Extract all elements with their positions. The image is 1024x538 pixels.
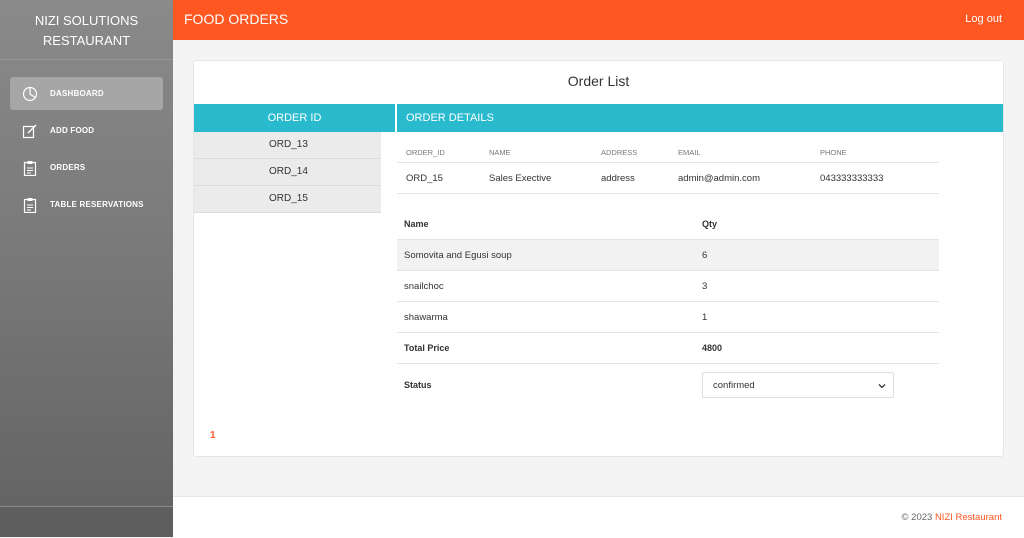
logout-link[interactable]: Log out	[965, 13, 1002, 25]
brand-line2: RESTAURANT	[42, 33, 131, 48]
items-header-row: Name Qty	[397, 209, 939, 240]
details-order-id: ORD_15	[406, 173, 443, 184]
brand: NIZI SOLUTIONS RESTAURANT	[0, 0, 173, 60]
details-name: Sales Exective	[489, 173, 552, 184]
chevron-down-icon	[877, 379, 887, 391]
items-header-qty: Qty	[702, 219, 718, 229]
item-name: shawarma	[404, 312, 448, 323]
total-row: Total Price 4800	[397, 333, 939, 364]
total-value: 4800	[702, 343, 723, 353]
footer: © 2023 NIZI Restaurant	[173, 496, 1024, 538]
pagination-page-1[interactable]: 1	[210, 430, 216, 441]
order-id-column-header: ORDER ID	[267, 112, 322, 124]
sidebar-item-table-reservations[interactable]: TABLE RESERVATIONS	[10, 188, 163, 221]
item-name: snailchoc	[404, 281, 444, 292]
order-item-ord-14[interactable]: ORD_14	[194, 159, 381, 186]
order-list-card: Order List ORDER ID ORDER DETAILS ORD_13…	[193, 60, 1004, 457]
table-header-bar: ORDER ID ORDER DETAILS	[194, 104, 1003, 132]
order-details-panel: ORDER_ID NAME ADDRESS EMAIL PHONE ORD_15…	[397, 132, 939, 408]
brand-line1: NIZI SOLUTIONS	[34, 13, 139, 28]
items-header-name: Name	[404, 219, 429, 229]
table-row: Somovita and Egusi soup 6	[397, 240, 939, 271]
sidebar-item-add-food[interactable]: ADD FOOD	[10, 114, 163, 147]
item-qty: 1	[702, 312, 708, 323]
copyright-text: © 2023	[901, 512, 933, 523]
status-value: confirmed	[713, 380, 755, 391]
sidebar-footer	[0, 506, 173, 537]
footer-brand-link[interactable]: NIZI Restaurant	[935, 512, 1002, 523]
item-name: Somovita and Egusi soup	[404, 250, 512, 261]
details-header-email: EMAIL	[678, 148, 701, 157]
order-item-ord-15[interactable]: ORD_15	[194, 186, 381, 213]
clipboard-icon	[21, 196, 39, 214]
sidebar-nav: DASHBOARD ADD FOOD ORDERS TABLE RESERVAT…	[10, 77, 163, 225]
details-header-row: ORDER_ID NAME ADDRESS EMAIL PHONE	[397, 144, 939, 163]
details-address: address	[601, 173, 635, 184]
details-header-phone: PHONE	[820, 148, 847, 157]
details-header-name: NAME	[489, 148, 511, 157]
clipboard-icon	[21, 159, 39, 177]
page-title: FOOD ORDERS	[184, 11, 289, 27]
details-email: admin@admin.com	[678, 173, 760, 184]
sidebar-item-label: TABLE RESERVATIONS	[50, 200, 144, 209]
sidebar-item-label: ADD FOOD	[50, 126, 95, 135]
sidebar-item-label: DASHBOARD	[50, 89, 104, 98]
copyright: © 2023 NIZI Restaurant	[902, 512, 1002, 523]
items-table: Name Qty Somovita and Egusi soup 6 snail…	[397, 209, 939, 408]
details-header-order-id: ORDER_ID	[406, 148, 445, 157]
total-label: Total Price	[404, 343, 450, 353]
order-id-list: ORD_13 ORD_14 ORD_15	[194, 132, 381, 213]
sidebar-item-dashboard[interactable]: DASHBOARD	[10, 77, 163, 110]
table-row: snailchoc 3	[397, 271, 939, 302]
details-phone: 043333333333	[820, 173, 884, 184]
details-row: ORD_15 Sales Exective address admin@admi…	[397, 163, 939, 194]
status-label: Status	[404, 380, 432, 390]
column-divider	[395, 104, 397, 132]
order-details-column-header: ORDER DETAILS	[406, 112, 494, 124]
item-qty: 6	[702, 250, 708, 261]
table-row: shawarma 1	[397, 302, 939, 333]
top-bar: FOOD ORDERS Log out	[173, 0, 1024, 40]
sidebar-item-orders[interactable]: ORDERS	[10, 151, 163, 184]
sidebar: NIZI SOLUTIONS RESTAURANT DASHBOARD ADD …	[0, 0, 173, 537]
edit-icon	[21, 122, 39, 140]
sidebar-item-label: ORDERS	[50, 163, 86, 172]
item-qty: 3	[702, 281, 708, 292]
status-row: Status confirmed	[397, 364, 939, 408]
details-header-address: ADDRESS	[601, 148, 638, 157]
pie-chart-icon	[21, 85, 39, 103]
order-item-ord-13[interactable]: ORD_13	[194, 132, 381, 159]
status-select[interactable]: confirmed	[702, 372, 894, 398]
card-title: Order List	[567, 73, 630, 89]
